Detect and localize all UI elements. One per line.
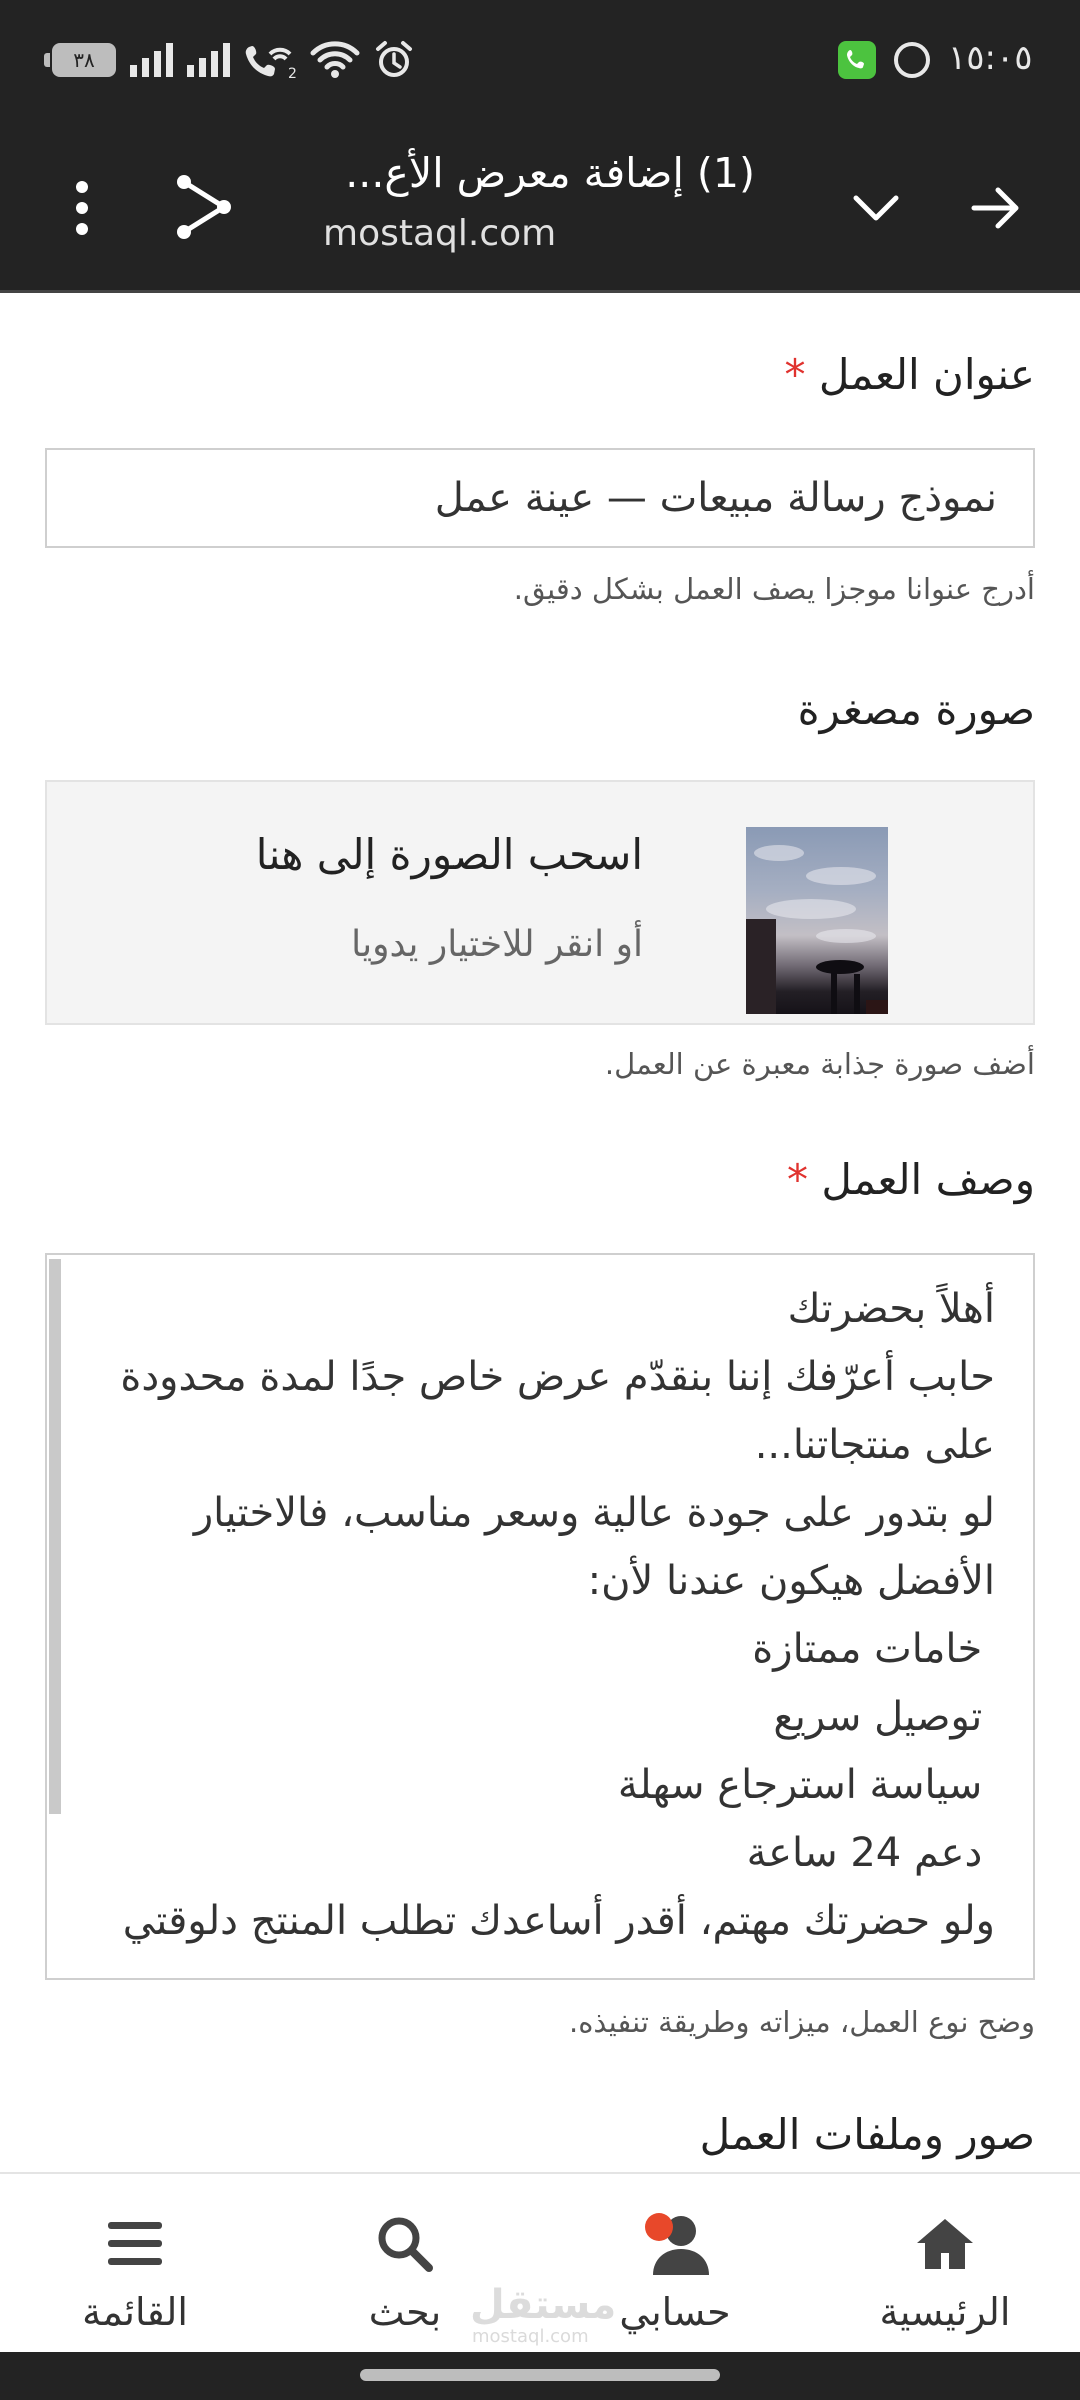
watermark-text: مستقل: [470, 2282, 617, 2328]
work-title-label: عنوان العمل *: [785, 350, 1035, 399]
phone-app-icon: [838, 41, 876, 79]
search-icon: [305, 2204, 505, 2284]
thumbnail-hint: أضف صورة جذابة معبرة عن العمل.: [604, 1047, 1035, 1081]
nav-home-label: الرئيسية: [879, 2290, 1011, 2334]
status-icons: ٣٨ 2: [44, 40, 414, 80]
browser-toolbar: (1) إضافة معرض الأع... mostaql.com: [0, 125, 1080, 293]
work-title-input[interactable]: نموذج رسالة مبيعات — عينة عمل: [45, 448, 1035, 548]
battery-level: ٣٨: [73, 48, 95, 72]
dropzone-subtitle: أو انقر للاختيار يدويا: [351, 924, 643, 965]
share-icon[interactable]: [166, 167, 242, 247]
watermark-sub: mostaql.com: [472, 2326, 589, 2347]
status-bar: ٣٨ 2 ١٥:٠٥: [0, 0, 1080, 125]
gesture-handle[interactable]: [360, 2369, 720, 2381]
nav-menu[interactable]: القائمة: [35, 2204, 235, 2334]
tab-title[interactable]: (1) إضافة معرض الأع...: [345, 149, 755, 197]
work-title-label-text: عنوان العمل: [818, 350, 1035, 399]
battery-icon: ٣٨: [44, 43, 116, 77]
svg-text:2: 2: [288, 66, 296, 80]
thumbnail-label: صورة مصغرة: [797, 685, 1035, 734]
description-value: أهلاً بحضرتك حابب أعرّفك إننا بنقدّم عرض…: [120, 1286, 995, 1944]
menu-icon: [35, 2204, 235, 2284]
description-label-text: وصف العمل: [821, 1155, 1035, 1204]
chevron-down-icon[interactable]: [838, 170, 914, 246]
required-mark: *: [787, 1155, 809, 1204]
home-icon: [845, 2204, 1045, 2284]
thumbnail-dropzone[interactable]: اسحب الصورة إلى هنا أو انقر للاختيار يدو…: [45, 780, 1035, 1025]
nav-menu-label: القائمة: [82, 2290, 188, 2334]
whatsapp-icon: [892, 40, 932, 80]
alarm-icon: [376, 41, 412, 77]
nav-home[interactable]: الرئيسية: [845, 2204, 1045, 2334]
watermark: مستقل mostaql.com: [470, 2282, 617, 2347]
required-mark: *: [784, 350, 806, 399]
forward-arrow-icon[interactable]: [958, 170, 1034, 246]
description-hint: وضح نوع العمل، ميزاته وطريقة تنفيذه.: [569, 2005, 1035, 2039]
work-title-hint: أدرج عنوانا موجزا يصف العمل بشكل دقيق.: [513, 572, 1035, 606]
scrollbar[interactable]: [49, 1259, 61, 1814]
gesture-bar: [0, 2352, 1080, 2400]
more-options-icon[interactable]: [62, 175, 102, 241]
wifi-calling-icon: 2: [245, 46, 296, 80]
description-label: وصف العمل *: [787, 1155, 1035, 1204]
url-text[interactable]: mostaql.com: [323, 213, 556, 254]
thumbnail-image: [746, 827, 888, 1014]
files-section-label: صور وملفات العمل: [699, 2110, 1035, 2159]
status-time: ١٥:٠٥: [948, 38, 1033, 78]
wifi-icon: [310, 41, 360, 78]
description-textarea[interactable]: أهلاً بحضرتك حابب أعرّفك إننا بنقدّم عرض…: [45, 1253, 1035, 1980]
dropzone-title: اسحب الصورة إلى هنا: [255, 830, 643, 879]
signal-icon: [187, 43, 230, 77]
signal-icon: [130, 43, 173, 77]
work-title-value: نموذج رسالة مبيعات — عينة عمل: [434, 475, 997, 521]
account-icon: [575, 2204, 775, 2284]
